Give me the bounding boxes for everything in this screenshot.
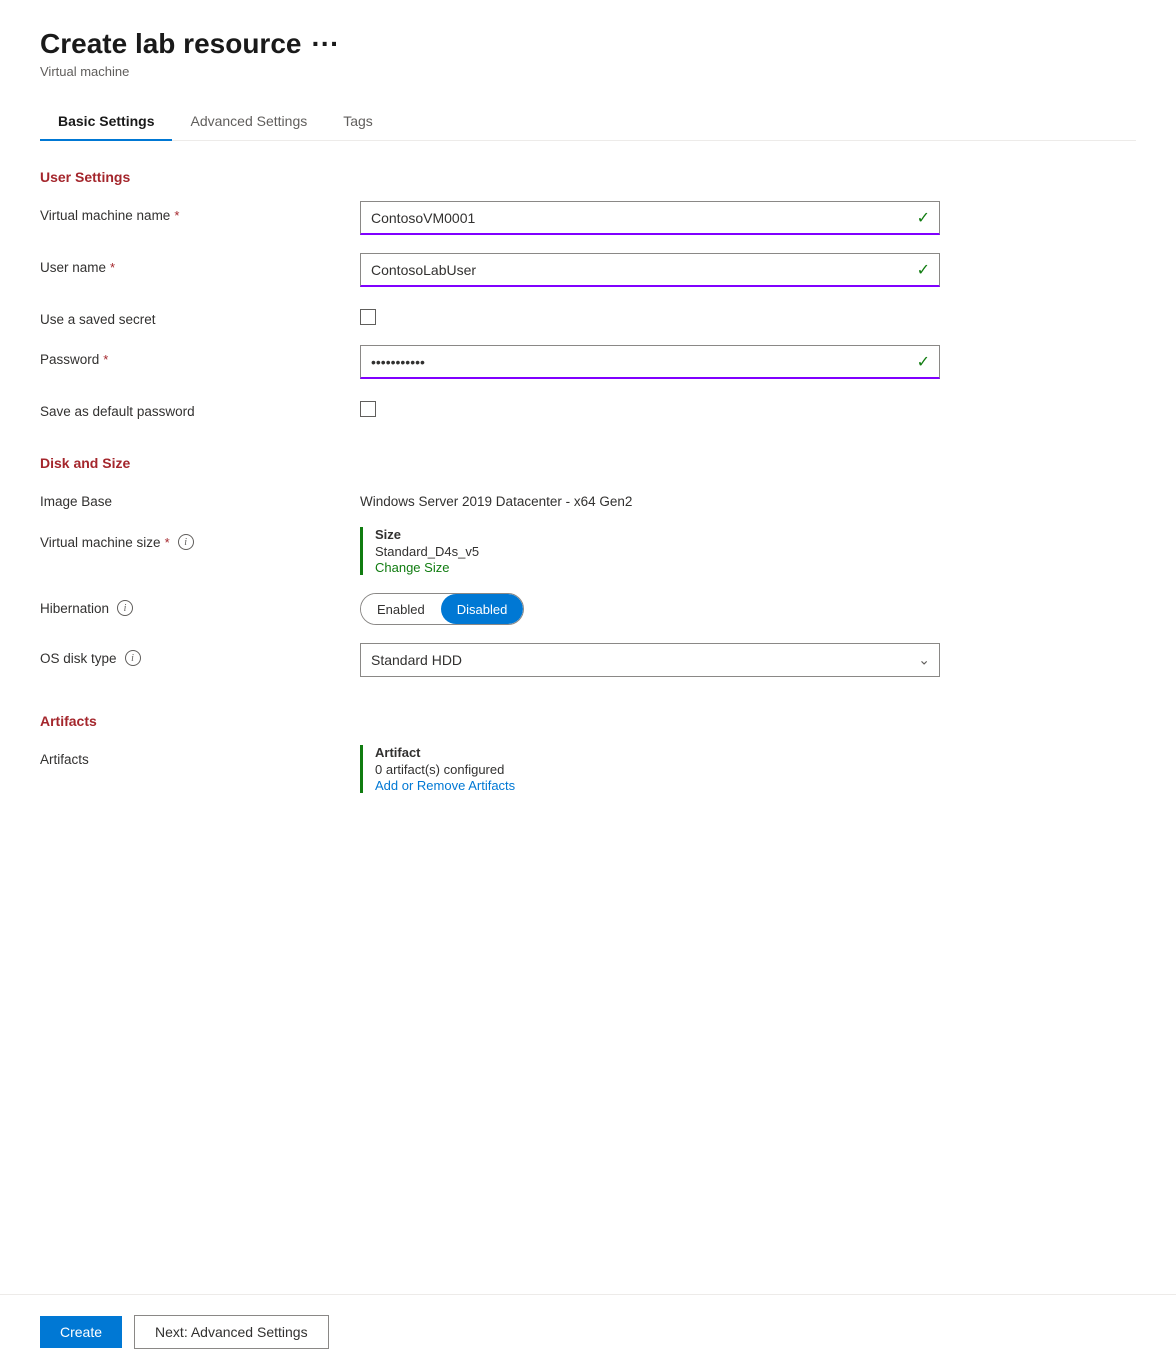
artifacts-label: Artifacts bbox=[40, 745, 360, 767]
artifacts-header: Artifacts bbox=[40, 713, 1136, 729]
hibernation-toggle: Enabled Disabled bbox=[360, 593, 524, 625]
next-advanced-settings-button[interactable]: Next: Advanced Settings bbox=[134, 1315, 329, 1349]
username-input[interactable] bbox=[360, 253, 940, 287]
disk-size-header: Disk and Size bbox=[40, 455, 1136, 471]
vm-name-control: ✓ bbox=[360, 201, 940, 235]
username-label: User name * bbox=[40, 253, 360, 275]
hibernation-row: Hibernation i Enabled Disabled bbox=[40, 593, 1136, 625]
default-password-label: Save as default password bbox=[40, 397, 360, 419]
image-base-label: Image Base bbox=[40, 487, 360, 509]
username-control: ✓ bbox=[360, 253, 940, 287]
password-required: * bbox=[103, 352, 108, 367]
os-disk-row: OS disk type i Standard HDD Standard SSD… bbox=[40, 643, 1136, 677]
footer: Create Next: Advanced Settings bbox=[0, 1294, 1176, 1369]
vm-size-row: Virtual machine size * i Size Standard_D… bbox=[40, 527, 1136, 575]
default-password-row: Save as default password bbox=[40, 397, 1136, 419]
image-base-row: Image Base Windows Server 2019 Datacente… bbox=[40, 487, 1136, 509]
vm-name-row: Virtual machine name * ✓ bbox=[40, 201, 1136, 235]
user-settings-header: User Settings bbox=[40, 169, 1136, 185]
password-input[interactable] bbox=[360, 345, 940, 379]
username-checkmark: ✓ bbox=[917, 260, 930, 280]
os-disk-select[interactable]: Standard HDD Standard SSD Premium SSD bbox=[360, 643, 940, 677]
image-base-value: Windows Server 2019 Datacenter - x64 Gen… bbox=[360, 487, 940, 509]
create-button[interactable]: Create bbox=[40, 1316, 122, 1348]
os-disk-label: OS disk type i bbox=[40, 643, 360, 666]
size-heading: Size bbox=[375, 527, 940, 542]
hibernation-disabled[interactable]: Disabled bbox=[441, 594, 524, 624]
vm-size-info-icon: i bbox=[178, 534, 194, 550]
artifacts-row: Artifacts Artifact 0 artifact(s) configu… bbox=[40, 745, 1136, 793]
username-required: * bbox=[110, 260, 115, 275]
page-ellipsis: ··· bbox=[311, 28, 339, 60]
size-block: Size Standard_D4s_v5 Change Size bbox=[360, 527, 940, 575]
vm-name-input[interactable] bbox=[360, 201, 940, 235]
add-remove-artifacts-link[interactable]: Add or Remove Artifacts bbox=[375, 778, 515, 793]
saved-secret-control bbox=[360, 305, 940, 325]
default-password-control bbox=[360, 397, 940, 417]
password-checkmark: ✓ bbox=[917, 352, 930, 372]
vm-name-label: Virtual machine name * bbox=[40, 201, 360, 223]
tabs-container: Basic Settings Advanced Settings Tags bbox=[40, 103, 1136, 141]
vm-size-control: Size Standard_D4s_v5 Change Size bbox=[360, 527, 940, 575]
os-disk-info-icon: i bbox=[125, 650, 141, 666]
hibernation-info-icon: i bbox=[117, 600, 133, 616]
vm-name-required: * bbox=[174, 208, 179, 223]
tab-tags[interactable]: Tags bbox=[325, 103, 391, 141]
os-disk-control: Standard HDD Standard SSD Premium SSD ⌄ bbox=[360, 643, 940, 677]
tab-basic-settings[interactable]: Basic Settings bbox=[40, 103, 172, 141]
artifact-heading: Artifact bbox=[375, 745, 940, 760]
size-value: Standard_D4s_v5 bbox=[375, 544, 940, 559]
artifact-count: 0 artifact(s) configured bbox=[375, 762, 940, 777]
saved-secret-label: Use a saved secret bbox=[40, 305, 360, 327]
saved-secret-row: Use a saved secret bbox=[40, 305, 1136, 327]
page-subtitle: Virtual machine bbox=[40, 64, 1136, 79]
default-password-checkbox[interactable] bbox=[360, 401, 376, 417]
saved-secret-checkbox[interactable] bbox=[360, 309, 376, 325]
image-base-control: Windows Server 2019 Datacenter - x64 Gen… bbox=[360, 487, 940, 509]
vm-size-label: Virtual machine size * i bbox=[40, 527, 360, 550]
vm-size-required: * bbox=[165, 535, 170, 550]
password-control: ✓ bbox=[360, 345, 940, 379]
vm-name-checkmark: ✓ bbox=[917, 208, 930, 228]
artifact-block: Artifact 0 artifact(s) configured Add or… bbox=[360, 745, 940, 793]
hibernation-control: Enabled Disabled bbox=[360, 593, 940, 625]
username-row: User name * ✓ bbox=[40, 253, 1136, 287]
artifacts-control: Artifact 0 artifact(s) configured Add or… bbox=[360, 745, 940, 793]
tab-advanced-settings[interactable]: Advanced Settings bbox=[172, 103, 325, 141]
page-title: Create lab resource bbox=[40, 28, 301, 60]
hibernation-label: Hibernation i bbox=[40, 593, 360, 616]
change-size-link[interactable]: Change Size bbox=[375, 560, 449, 575]
password-row: Password * ✓ bbox=[40, 345, 1136, 379]
hibernation-enabled[interactable]: Enabled bbox=[361, 594, 441, 624]
password-label: Password * bbox=[40, 345, 360, 367]
